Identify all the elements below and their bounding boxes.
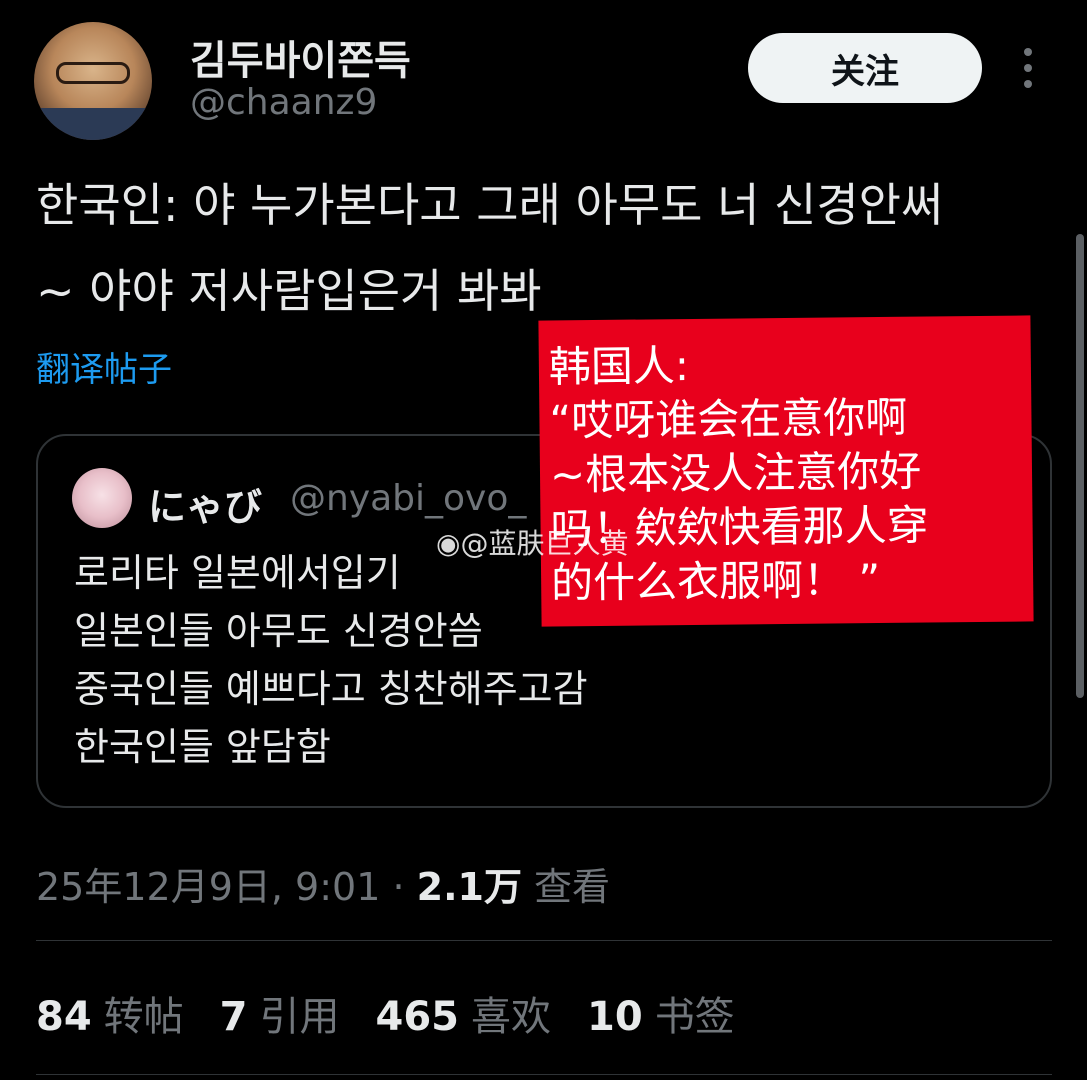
scrollbar[interactable] <box>1076 234 1084 698</box>
divider <box>36 940 1052 941</box>
divider <box>36 1074 1052 1075</box>
avatar-shirt <box>34 108 152 140</box>
author-display-name[interactable]: 김두바이쫀득 <box>190 28 411 86</box>
watermark: ◉@蓝肤巨人黄 <box>436 527 629 560</box>
author-handle[interactable]: @chaanz9 <box>190 82 377 123</box>
post-timestamp[interactable]: 25年12月9日, 9:01 · <box>36 865 417 909</box>
post-text: 한국인: 야 누가본다고 그래 아무도 너 신경안써 ~ 야야 저사람입은거 봐… <box>36 178 944 318</box>
translation-overlay-note: 韩国人: “哎呀谁会在意你啊 ~根本没人注意你好 吗！欸欸快看那人穿 的什么衣服… <box>538 315 1034 627</box>
author-avatar[interactable] <box>34 22 152 140</box>
quoted-author-name: にゃび <box>148 485 263 529</box>
quoted-author-handle: @nyabi_ovo_ <box>290 478 527 519</box>
stat-likes[interactable]: 465 喜欢 <box>376 984 552 1042</box>
stat-quotes[interactable]: 7 引用 <box>220 984 340 1042</box>
translate-post-link[interactable]: 翻译帖子 <box>36 342 172 391</box>
follow-button[interactable]: 关注 <box>748 33 982 103</box>
quoted-author-avatar <box>72 468 132 528</box>
quoted-post-text: 로리타 일본에서입기 일본인들 아무도 신경안씀 중국인들 예쁘다고 칭찬해주고… <box>74 551 588 769</box>
stat-bookmarks[interactable]: 10 书签 <box>587 984 735 1042</box>
avatar-glasses <box>56 62 130 84</box>
weibo-icon: ◉ <box>436 527 461 560</box>
views-label: 查看 <box>521 865 611 909</box>
stat-reposts[interactable]: 84 转帖 <box>36 984 184 1042</box>
post-meta: 25年12月9日, 9:01 · 2.1万 查看 <box>36 856 610 911</box>
more-vertical-icon[interactable] <box>1016 48 1040 88</box>
engagement-stats: 84 转帖 7 引用 465 喜欢 10 书签 <box>36 984 735 1042</box>
views-count: 2.1万 <box>416 865 522 909</box>
